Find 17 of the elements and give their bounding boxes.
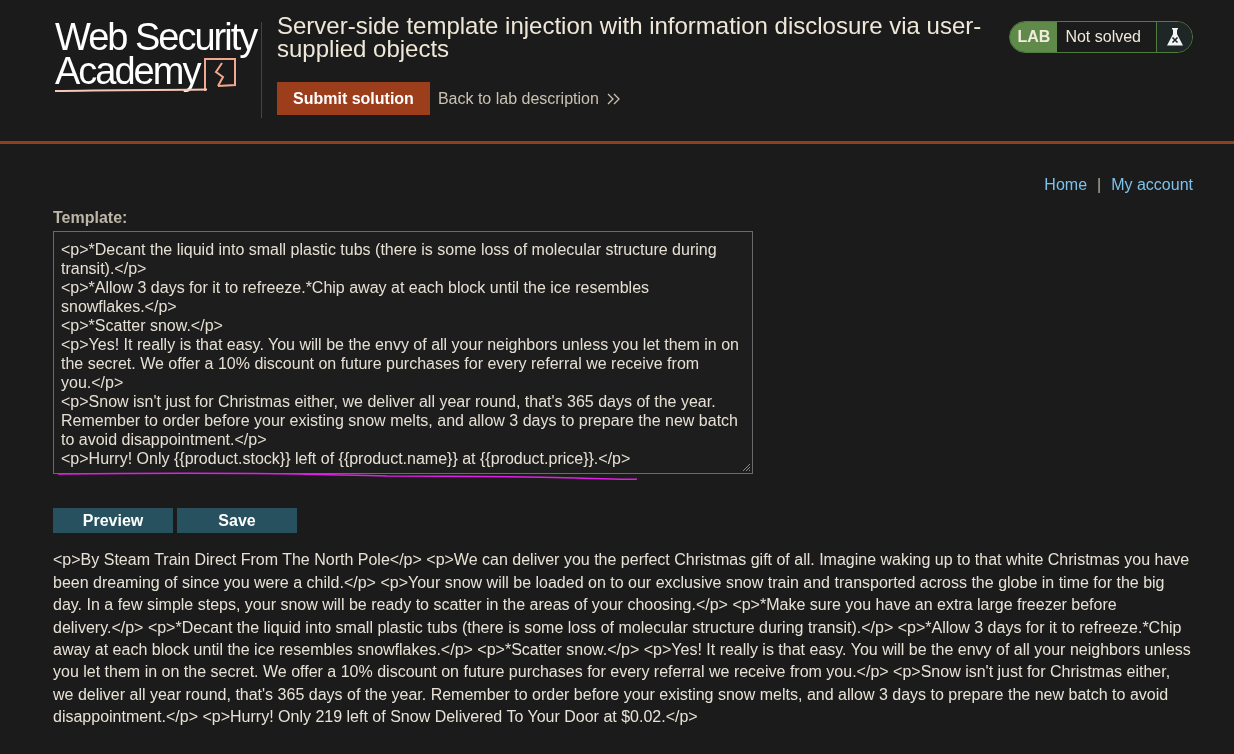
- my-account-link[interactable]: My account: [1111, 175, 1193, 195]
- preview-button[interactable]: Preview: [53, 508, 173, 534]
- nav-separator: |: [1097, 175, 1102, 195]
- submit-solution-button[interactable]: Submit solution: [277, 82, 430, 115]
- home-link[interactable]: Home: [1044, 175, 1088, 195]
- lab-badge: LAB: [1009, 22, 1058, 52]
- template-field[interactable]: <p>*Decant the liquid into small plastic tubs (there is some loss of molecular structure during transit).</p> <p>*Allow 3 days for it to refreeze.*Chip away at each block until the ice resembles snowflakes.</p> <p>*Scatter snow.</p> <p>Yes! It really is that easy. You will be the envy of all your neighbors unless you let them in on the secret. We offer a 10% discount on future purchases for every referral we receive from you.</p> <p>Snow isn't just for Christmas either, we deliver all year round, that's 365 days of the year. Remember to order before your existing snow melts, and allow 3 days to prepare the new batch to avoid disappointment.</p> <p>Hurry! Only {{product.stock}} left of {{product.name}} at {{product.price}}.</p>: [53, 231, 753, 475]
- save-button[interactable]: Save: [177, 508, 297, 534]
- logo-bracket-icon: [202, 57, 239, 92]
- double-chevron-right-icon: [606, 92, 620, 105]
- flask-icon[interactable]: [1156, 22, 1192, 52]
- resize-grip-icon[interactable]: [741, 462, 751, 473]
- lab-title: Server-side template injection with information disclosure via user-supplied objects: [277, 14, 983, 60]
- preview-output-text: <p>By Steam Train Direct From The North Pole</p> <p>We can deliver you the perfect Christmas gift of all. Imagine waking up to that white Christmas you have been dreaming of since you were a child.</p> <p>Your snow will be loaded on to our exclusive snow train and transported across the globe in time for the big day. In a few simple steps, your snow will be ready to scatter in the areas of your choosing.</p> <p>*Make sure you have an extra large freezer before delivery.</p> <p>*Decant the liquid into small plastic tubs (there is some loss of molecular structure during transit).</p> <p>*Allow 3 days for it to refreeze.*Chip away at each block until the ice resembles snowflakes.</p> <p>*Scatter snow.</p> <p>Yes! It really is that easy. You will be the envy of all your neighbors unless you let them in on the secret. We offer a 10% discount on future purchases for every referral we receive from you.</p> <p>Snow isn't just for Christmas either, we deliver all year round, that's 365 days of the year. Remember to order before your existing snow melts, and allow 3 days to prepare the new batch to avoid disappointment.</p> <p>Hurry! Only 219 left of Snow Delivered To Your Door at $0.02.</p>: [53, 550, 1192, 728]
- back-to-description-link[interactable]: Back to lab description: [437, 88, 620, 109]
- handdrawn-underline-icon: [57, 471, 639, 482]
- template-label: Template:: [53, 208, 128, 228]
